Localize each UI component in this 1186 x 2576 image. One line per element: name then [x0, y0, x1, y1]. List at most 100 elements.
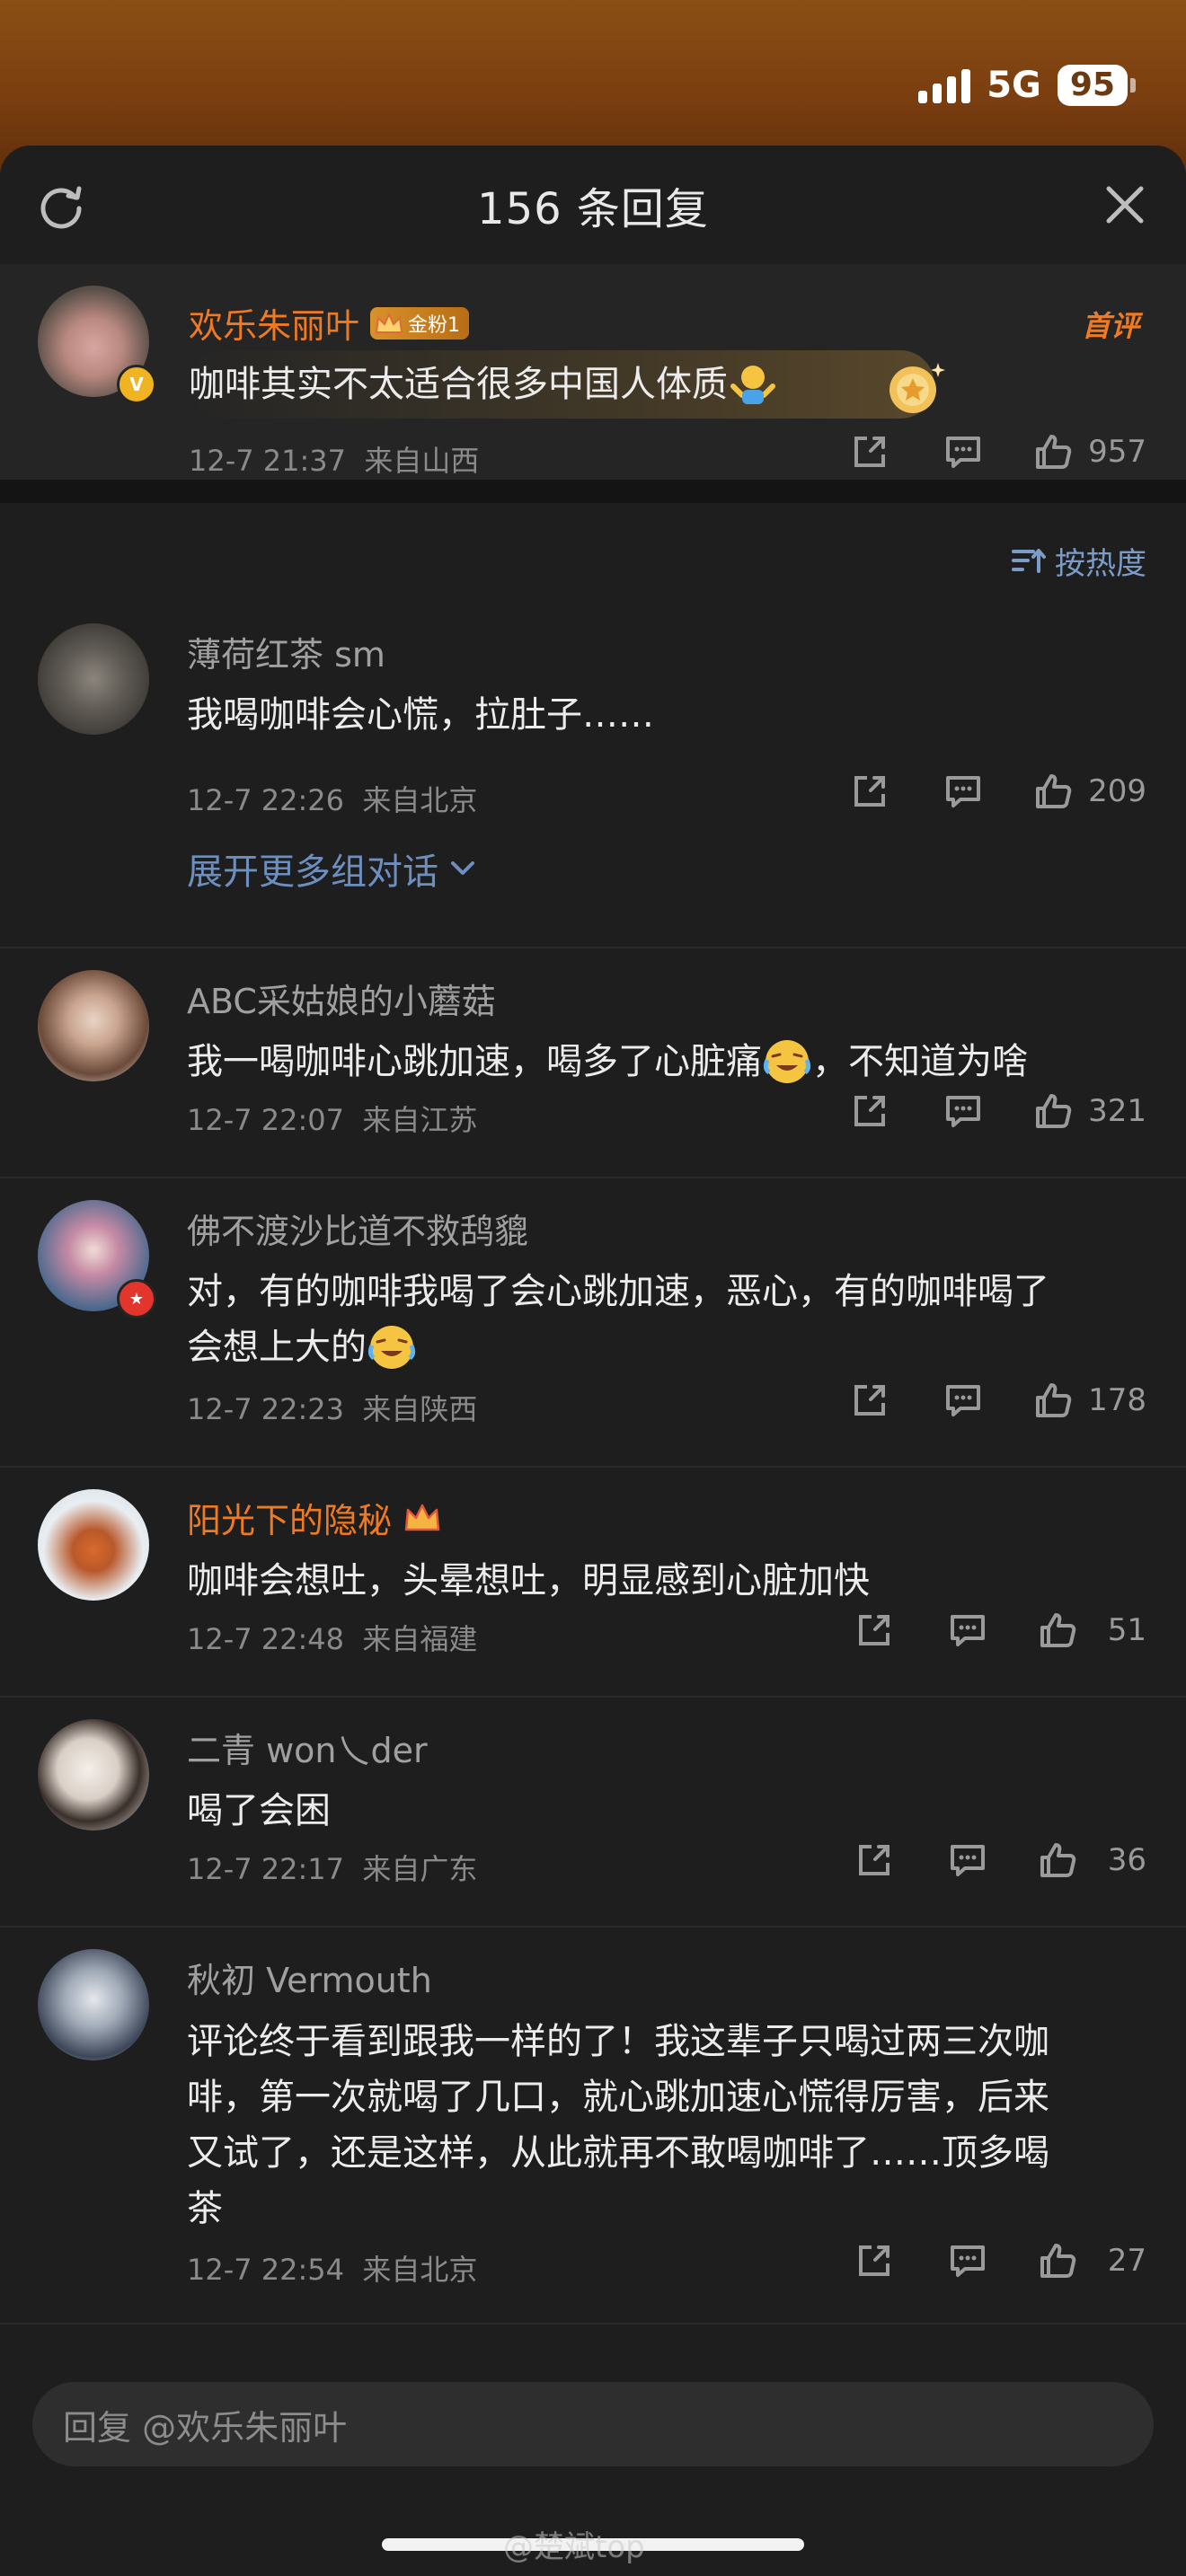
list-item: 薄荷红茶 sm 我喝咖啡会心慌，拉肚子…… 12-7 22:26 来自北京 20…	[0, 602, 1186, 948]
sheet-title: 156 条回复	[477, 184, 709, 234]
shrug-emoji-icon	[730, 366, 775, 404]
name-row: 阳光下的隐秘	[187, 1493, 442, 1542]
like-count: 957	[1088, 434, 1146, 470]
comment-actions: 51	[852, 1608, 1146, 1653]
network-label: 5G	[987, 65, 1041, 106]
comment-text-row: 会想上大的	[187, 1320, 417, 1374]
root-name-row: 欢乐朱丽叶 金粉1	[189, 298, 470, 348]
verified-icon: V	[117, 365, 156, 404]
list-item: 二青 won乀der 喝了会困 12-7 22:17 来自广东 36	[0, 1698, 1186, 1928]
first-comment-tag: 首评	[1081, 309, 1139, 343]
list-item: 秋初 Vermouth 评论终于看到跟我一样的了！我这辈子只喝过两三次咖 啡，第…	[0, 1928, 1186, 2325]
signal-icon	[918, 67, 971, 103]
like-icon[interactable]	[1031, 429, 1075, 474]
watermark: @楚斌top	[503, 2529, 645, 2565]
avatar[interactable]	[38, 1719, 149, 1831]
comment-actions: 209	[847, 769, 1146, 814]
root-meta: 12-7 21:37 来自山西	[189, 444, 480, 478]
comment-actions: 27	[852, 2238, 1146, 2283]
reply-icon[interactable]	[945, 1838, 990, 1883]
avatar[interactable]	[38, 623, 149, 735]
like-count: 178	[1088, 1382, 1146, 1418]
comment-meta: 12-7 22:23 来自陕西	[187, 1392, 478, 1426]
reply-icon[interactable]	[941, 1378, 986, 1423]
crown-icon	[375, 312, 403, 333]
reply-icon[interactable]	[945, 2238, 990, 2283]
comment-text: 我一喝咖啡心跳加速，喝多了心脏痛	[187, 1041, 762, 1082]
comment-meta: 12-7 22:17 来自广东	[187, 1852, 478, 1886]
root-actions: 957	[847, 429, 1146, 474]
fan-badge: 金粉1	[370, 306, 470, 340]
comment-text: 喝了会困	[187, 1790, 331, 1831]
root-text-row: 咖啡其实不太适合很多中国人体质	[189, 357, 778, 411]
like-count: 51	[1107, 1612, 1146, 1648]
comment-meta: 12-7 22:07 来自江苏	[187, 1103, 478, 1137]
user-name[interactable]: 薄荷红茶 sm	[187, 627, 385, 676]
share-icon[interactable]	[847, 1089, 892, 1134]
like-count: 27	[1107, 2243, 1146, 2279]
share-icon[interactable]	[852, 1838, 897, 1883]
share-icon[interactable]	[847, 769, 892, 814]
star-badge-icon: ★	[117, 1279, 156, 1319]
share-icon[interactable]	[852, 2238, 897, 2283]
comment-meta: 12-7 22:54 来自北京	[187, 2253, 478, 2287]
share-icon[interactable]	[847, 1378, 892, 1423]
sort-bar: 按热度	[0, 503, 1186, 602]
avatar[interactable]	[38, 1489, 149, 1601]
comment-meta: 12-7 22:48 来自福建	[187, 1622, 478, 1656]
like-count: 209	[1088, 773, 1146, 809]
user-name[interactable]: 秋初 Vermouth	[187, 1953, 432, 2002]
comment-text-row: 我一喝咖啡心跳加速，喝多了心脏痛 ，不知道为啥	[187, 1035, 1028, 1089]
reply-icon[interactable]	[941, 1089, 986, 1134]
sort-button[interactable]: 按热度	[1010, 539, 1146, 583]
like-icon[interactable]	[1035, 2238, 1080, 2283]
sheet-header: 156 条回复	[0, 146, 1186, 264]
like-icon[interactable]	[1035, 1838, 1080, 1883]
like-count: 321	[1088, 1093, 1146, 1129]
like-icon[interactable]	[1031, 1378, 1075, 1423]
reply-icon[interactable]	[941, 429, 986, 474]
crown-icon	[404, 1504, 440, 1531]
list-item: ABC采姑娘的小蘑菇 我一喝咖啡心跳加速，喝多了心脏痛 ，不知道为啥 12-7 …	[0, 948, 1186, 1178]
user-name[interactable]: ABC采姑娘的小蘑菇	[187, 974, 496, 1023]
like-count: 36	[1107, 1842, 1146, 1878]
medal-icon	[890, 363, 945, 413]
comment-actions: 36	[852, 1838, 1146, 1883]
section-divider	[0, 480, 1186, 503]
comment-actions: 178	[847, 1378, 1146, 1423]
user-name[interactable]: 佛不渡沙比道不救鸹貔	[187, 1204, 528, 1253]
close-icon[interactable]	[1098, 178, 1152, 232]
expand-conversation-link[interactable]: 展开更多组对话	[187, 842, 478, 895]
reply-icon[interactable]	[945, 1608, 990, 1653]
status-bar: 5G 95	[812, 54, 1186, 117]
comment-text: 评论终于看到跟我一样的了！我这辈子只喝过两三次咖 啡，第一次就喝了几口，就心跳加…	[187, 2021, 1049, 2229]
battery-icon: 95	[1057, 65, 1136, 106]
refresh-icon[interactable]	[34, 178, 88, 232]
root-comment: V 欢乐朱丽叶 金粉1 首评 咖啡其实不太适合很多中国人体质 12-7 21:3…	[0, 264, 1186, 480]
comment-text: 对，有的咖啡我喝了会心跳加速，恶心，有的咖啡喝了	[187, 1271, 1049, 1312]
comment-meta: 12-7 22:26 来自北京	[187, 783, 478, 817]
avatar[interactable]	[38, 970, 149, 1081]
reply-input[interactable]: 回复 @欢乐朱丽叶	[32, 2382, 1154, 2466]
comment-text: 我喝咖啡会心慌，拉肚子……	[187, 694, 654, 736]
share-icon[interactable]	[847, 429, 892, 474]
user-name[interactable]: 阳光下的隐秘	[187, 1493, 392, 1542]
like-icon[interactable]	[1031, 1089, 1075, 1134]
laugh-cry-emoji-icon	[367, 1326, 416, 1369]
list-item: ★ 佛不渡沙比道不救鸹貔 对，有的咖啡我喝了会心跳加速，恶心，有的咖啡喝了 会想…	[0, 1178, 1186, 1468]
replies-sheet: 156 条回复 V 欢乐朱丽叶 金粉1 首评 咖啡其实不太适合很多中国人体质 1…	[0, 146, 1186, 2576]
comment-text: 咖啡其实不太适合很多中国人体质	[189, 364, 728, 405]
user-name[interactable]: 欢乐朱丽叶	[189, 298, 359, 348]
reply-icon[interactable]	[941, 769, 986, 814]
user-name[interactable]: 二青 won乀der	[187, 1723, 428, 1772]
list-item: 阳光下的隐秘 咖啡会想吐，头晕想吐，明显感到心脏加快 12-7 22:48 来自…	[0, 1468, 1186, 1698]
like-icon[interactable]	[1035, 1608, 1080, 1653]
laugh-cry-emoji-icon	[763, 1040, 811, 1083]
share-icon[interactable]	[852, 1608, 897, 1653]
chevron-down-icon	[451, 861, 474, 875]
avatar[interactable]	[38, 1949, 149, 2060]
comment-actions: 321	[847, 1089, 1146, 1134]
comment-text: 咖啡会想吐，头晕想吐，明显感到心脏加快	[187, 1560, 870, 1601]
sort-icon	[1012, 548, 1046, 573]
like-icon[interactable]	[1031, 769, 1075, 814]
